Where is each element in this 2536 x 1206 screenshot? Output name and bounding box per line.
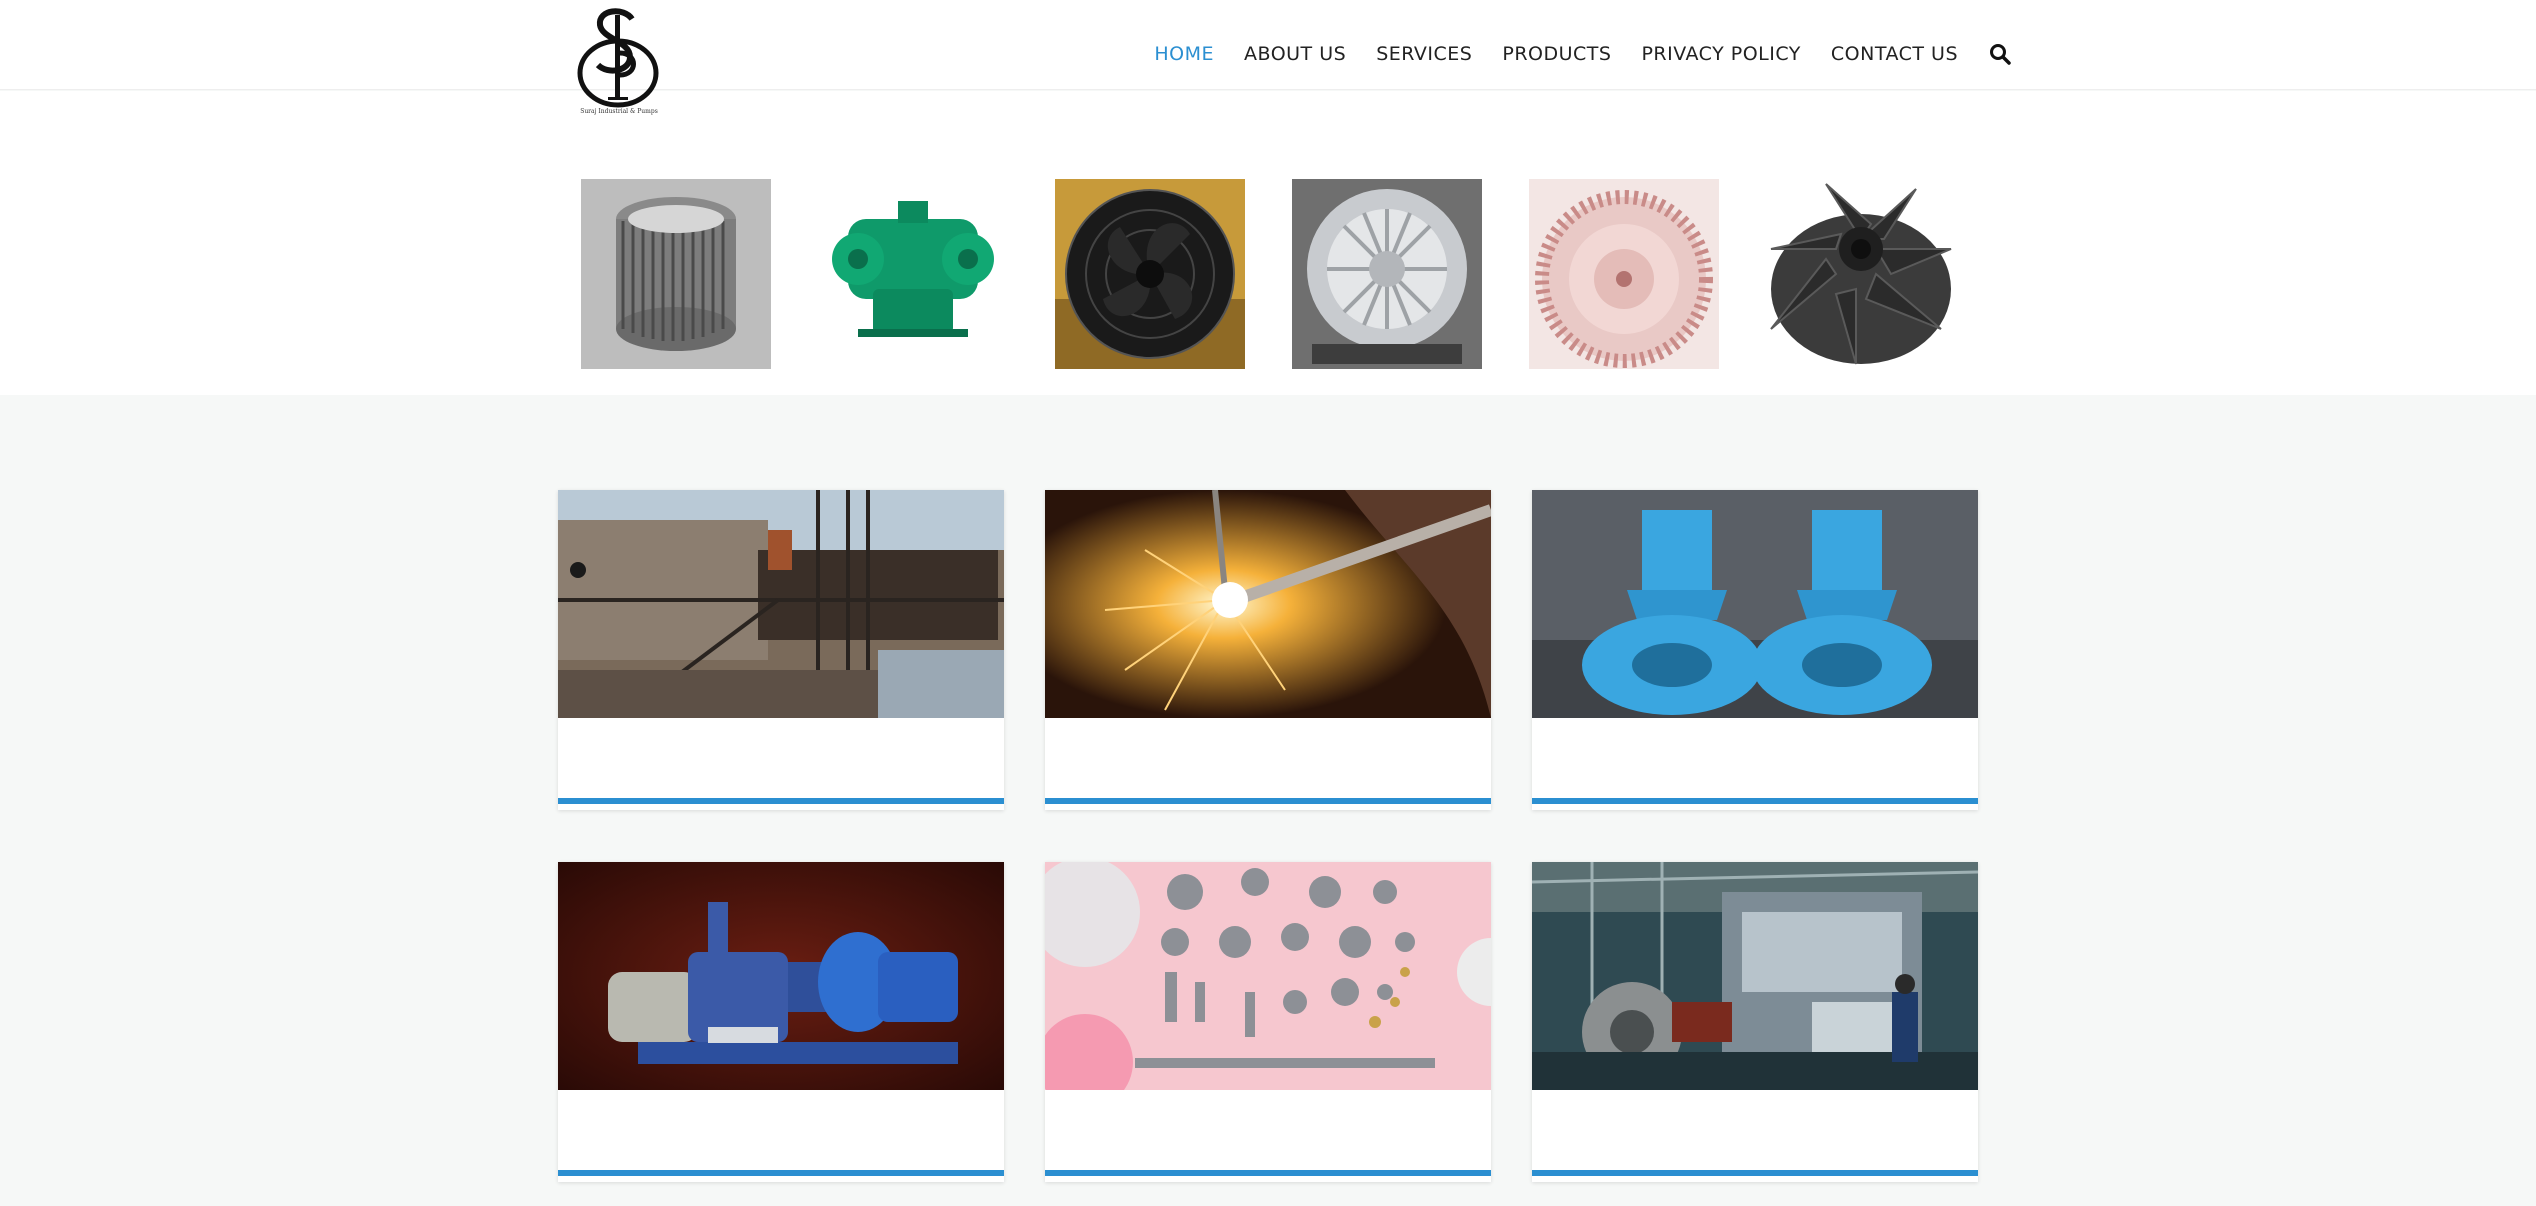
card-accent-bar <box>1045 798 1491 804</box>
centrifugal-impeller-image[interactable] <box>1529 179 1719 369</box>
card-body <box>558 718 1004 796</box>
card-body <box>1045 1090 1491 1168</box>
card-accent-bar <box>1532 1170 1978 1176</box>
nav-about-us[interactable]: ABOUT US <box>1244 43 1346 65</box>
main-nav: HOME ABOUT US SERVICES PRODUCTS PRIVACY … <box>1124 0 2012 108</box>
welding-sparks-image <box>1045 490 1491 718</box>
card-accent-bar <box>558 798 1004 804</box>
nav-contact-us[interactable]: CONTACT US <box>1831 43 1958 65</box>
machined-parts-image <box>1045 862 1491 1090</box>
product-strip <box>0 91 2536 395</box>
service-card[interactable] <box>1532 862 1978 1182</box>
card-body <box>558 1090 1004 1168</box>
ring-blower-image[interactable] <box>1292 179 1482 369</box>
roots-blower-image[interactable] <box>818 179 1008 369</box>
card-accent-bar <box>1045 1170 1491 1176</box>
nav-products[interactable]: PRODUCTS <box>1502 43 1611 65</box>
service-card[interactable] <box>1045 862 1491 1182</box>
search-icon[interactable] <box>1988 42 2012 66</box>
industrial-plant-image <box>558 490 1004 718</box>
service-card[interactable] <box>1532 490 1978 810</box>
factory-machine-image <box>1532 862 1978 1090</box>
service-card[interactable] <box>558 490 1004 810</box>
service-card[interactable] <box>558 862 1004 1182</box>
nav-home[interactable]: HOME <box>1154 43 1214 65</box>
blue-blowers-image <box>1532 490 1978 718</box>
card-body <box>1045 718 1491 796</box>
blower-wheel-image[interactable] <box>581 179 771 369</box>
site-header: Suraj Industrial & Pumps HOME ABOUT US S… <box>0 0 2536 115</box>
logo-caption: Suraj Industrial & Pumps <box>580 108 658 115</box>
nav-privacy-policy[interactable]: PRIVACY POLICY <box>1641 43 1800 65</box>
card-accent-bar <box>1532 798 1978 804</box>
service-card[interactable] <box>1045 490 1491 810</box>
nav-services[interactable]: SERVICES <box>1376 43 1472 65</box>
site-logo[interactable] <box>568 5 668 121</box>
pump-set-image <box>558 862 1004 1090</box>
card-body <box>1532 1090 1978 1168</box>
card-accent-bar <box>558 1170 1004 1176</box>
logo-mark-icon <box>577 8 659 108</box>
axial-fan-image[interactable] <box>1055 179 1245 369</box>
turbo-impeller-image[interactable] <box>1766 179 1956 369</box>
card-body <box>1532 718 1978 796</box>
